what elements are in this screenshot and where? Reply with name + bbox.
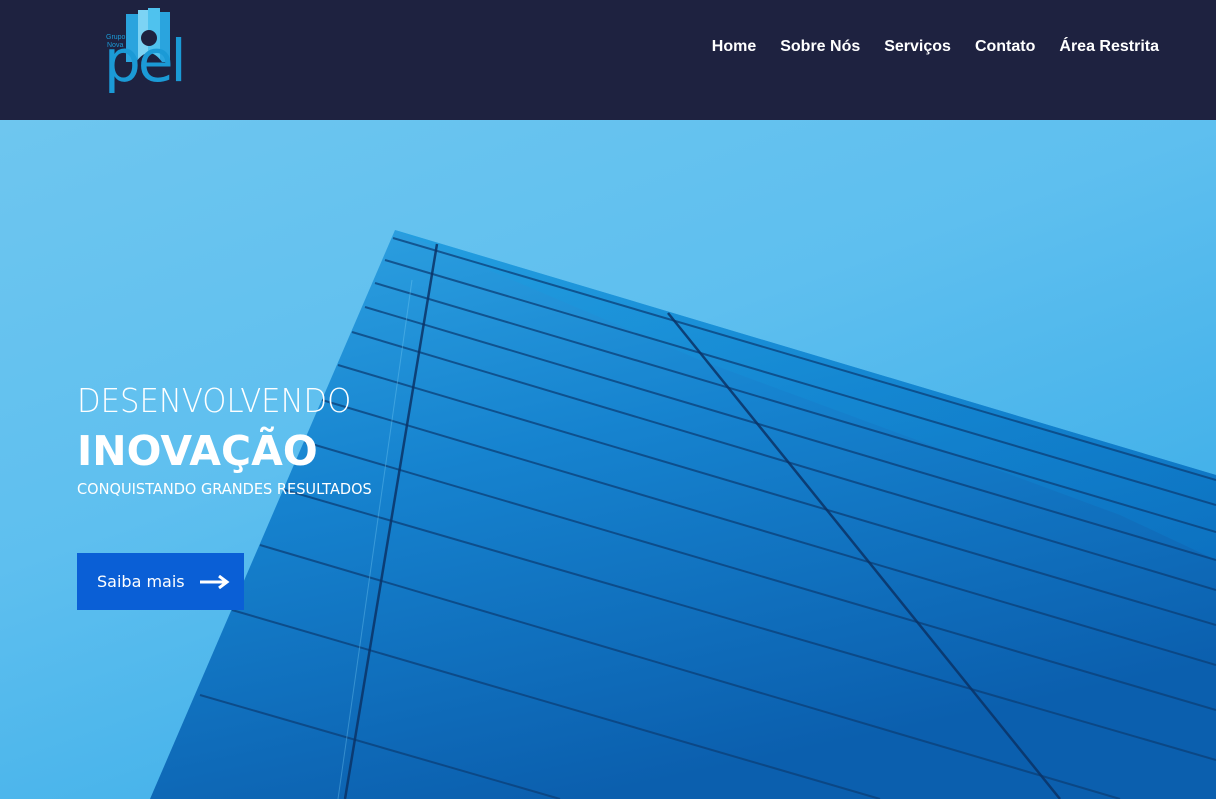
- hero-headline: INOVAÇÃO: [77, 427, 318, 475]
- hero-subline: CONQUISTANDO GRANDES RESULTADOS: [77, 480, 372, 498]
- nav-item-home[interactable]: Home: [712, 38, 756, 56]
- logo-wordmark: pel: [104, 27, 187, 95]
- arrow-right-icon: [199, 574, 230, 589]
- saiba-mais-button[interactable]: Saiba mais: [77, 553, 244, 610]
- nav-item-servicos[interactable]: Serviços: [884, 38, 951, 56]
- cta-label: Saiba mais: [97, 572, 185, 591]
- nav-item-area-restrita[interactable]: Área Restrita: [1059, 38, 1159, 56]
- brand-logo[interactable]: Grupo Nova pel: [104, 8, 187, 90]
- hero-text-block: DESENVOLVENDO INOVAÇÃO CONQUISTANDO GRAN…: [77, 383, 381, 499]
- hero-kicker: DESENVOLVENDO: [77, 381, 352, 420]
- nav-item-contato[interactable]: Contato: [975, 38, 1035, 56]
- site-header: Grupo Nova pel Home Sobre Nós Serviços C…: [0, 0, 1216, 120]
- main-nav: Home Sobre Nós Serviços Contato Área Res…: [712, 36, 1159, 58]
- hero-banner: DESENVOLVENDO INOVAÇÃO CONQUISTANDO GRAN…: [0, 120, 1216, 799]
- nav-item-sobre-nos[interactable]: Sobre Nós: [780, 38, 860, 56]
